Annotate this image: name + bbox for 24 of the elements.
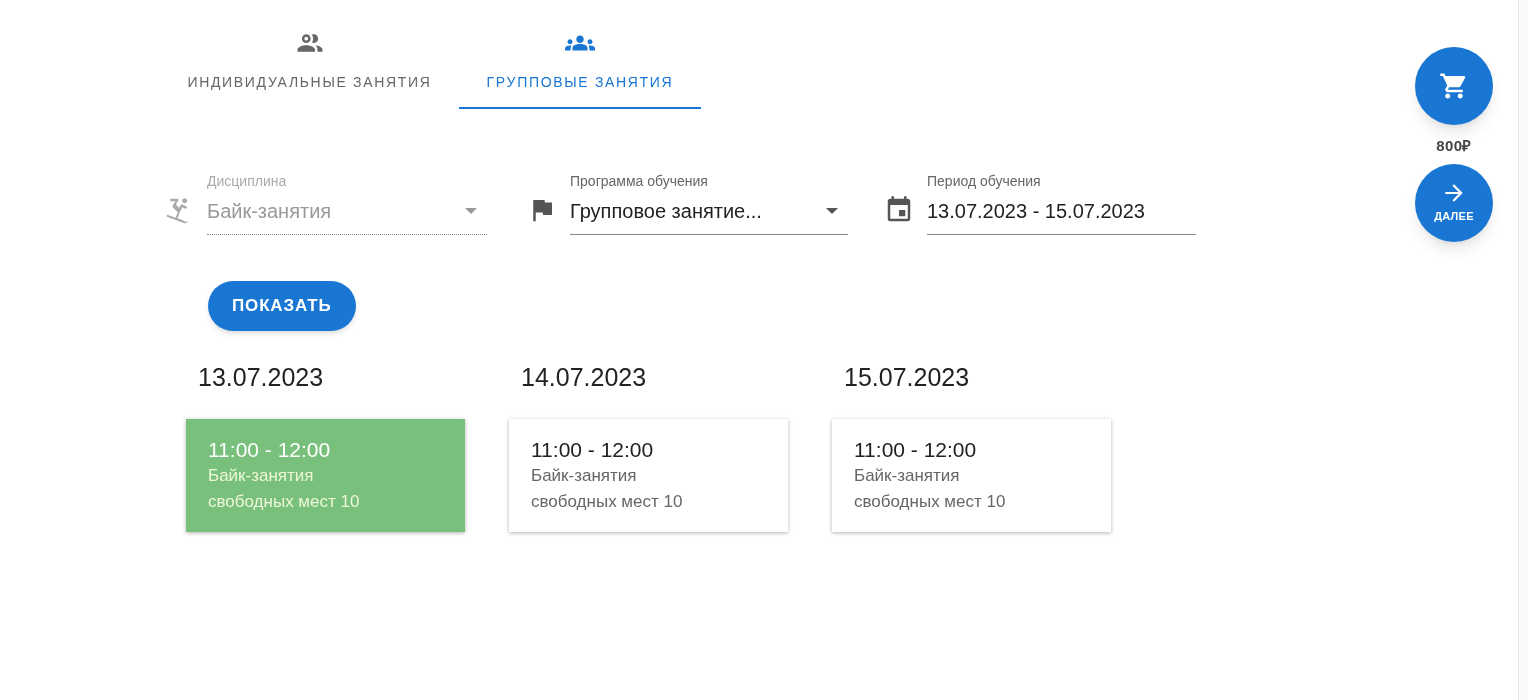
dropdown-caret-icon: [465, 208, 477, 214]
date-range-field[interactable]: Период обучения 13.07.2023 - 15.07.2023: [927, 171, 1196, 235]
day-date: 14.07.2023: [521, 362, 648, 393]
select-field[interactable]: Программа обучения Групповое занятие...: [570, 171, 848, 235]
free-seats: свободных мест 10: [531, 488, 766, 515]
session-time: 11:00 - 12:00: [208, 436, 332, 463]
free-seats: свободных мест 10: [208, 488, 443, 515]
free-seats: свободных мест 10: [854, 488, 1089, 515]
session-discipline: Байк-занятия: [208, 464, 315, 487]
tab[interactable]: ИНДИВИДУАЛЬНЫЕ ЗАНЯТИЯ: [160, 28, 459, 109]
session-time: 11:00 - 12:00: [531, 436, 655, 463]
tab[interactable]: ГРУППОВЫЕ ЗАНЯТИЯ: [459, 28, 701, 109]
session-discipline: Байк-занятия: [854, 464, 961, 487]
cart-button[interactable]: [1415, 47, 1493, 125]
next-button[interactable]: ДАЛЕЕ: [1415, 163, 1493, 242]
session-time: 11:00 - 12:00: [854, 436, 978, 463]
day-date: 13.07.2023: [198, 362, 325, 393]
session-discipline: Байк-занятия: [531, 464, 638, 487]
day-date: 15.07.2023: [844, 362, 971, 393]
session-card[interactable]: 11:00 - 12:00 Байк-занятия свободных мест 10: [832, 418, 1111, 532]
cart-total: 800₽: [1436, 136, 1472, 156]
dropdown-caret-icon: [826, 208, 838, 214]
show-button[interactable]: ПОКАЗАТЬ: [208, 281, 356, 331]
session-card[interactable]: 11:00 - 12:00 Байк-занятия свободных мест 10: [509, 418, 788, 532]
